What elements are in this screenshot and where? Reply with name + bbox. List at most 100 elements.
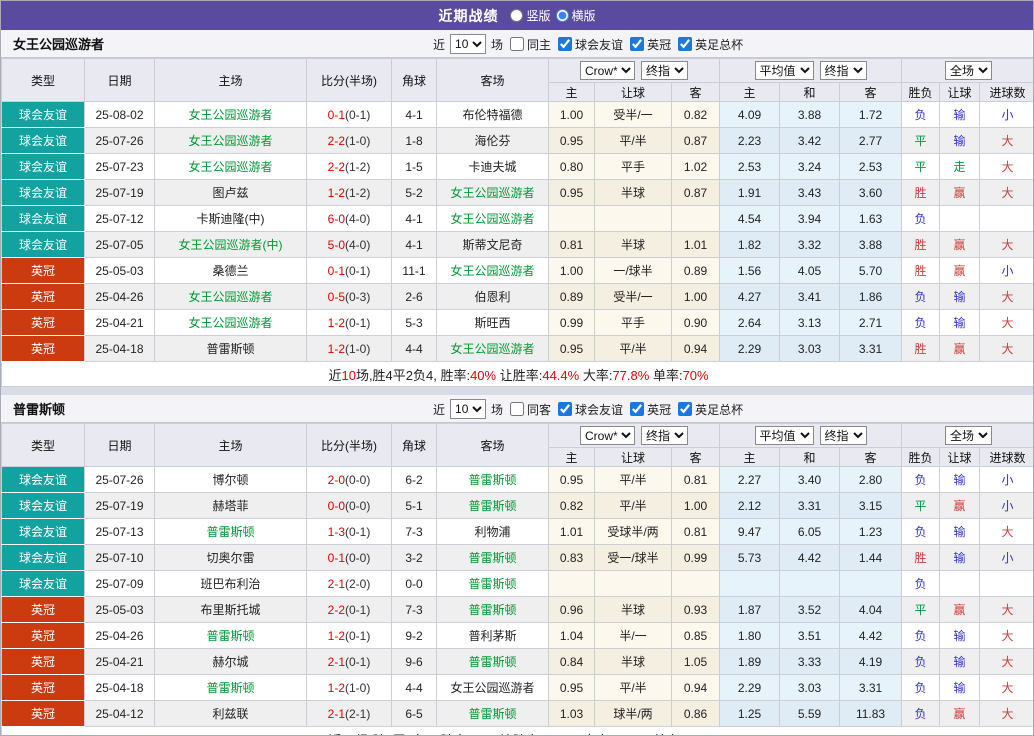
scope-select[interactable]: 全场 bbox=[945, 426, 993, 445]
result-wdl: 负 bbox=[901, 622, 941, 649]
same-venue-checkbox[interactable] bbox=[510, 402, 525, 416]
match-row: 英冠 25-04-18 普雷斯顿 1-2(1-0) 4-4 女王公园巡游者 0.95 平/半 0… bbox=[1, 335, 1033, 362]
same-venue-checkbox[interactable] bbox=[510, 37, 525, 51]
odds-handicap: 平手 bbox=[594, 309, 672, 336]
league-facup-checkbox[interactable] bbox=[678, 37, 693, 51]
col-handicap: 让球 bbox=[594, 447, 672, 467]
odds-away: 1.01 bbox=[671, 231, 720, 258]
away-team: 普雷斯顿 bbox=[436, 700, 549, 727]
filter-bar: 近 10 场 同主 球会友谊 英冠 英足总杯 bbox=[433, 30, 743, 58]
match-date: 25-07-05 bbox=[84, 231, 155, 258]
average-final-select[interactable]: 终指 bbox=[819, 426, 867, 445]
league-badge: 球会友谊 bbox=[1, 153, 85, 180]
scope-select[interactable]: 全场 bbox=[945, 61, 993, 80]
odds-final-select[interactable]: 终指 bbox=[641, 426, 688, 445]
corners: 4-4 bbox=[391, 335, 437, 362]
layout-option-vertical[interactable]: 竖版 bbox=[510, 7, 551, 24]
avg-home: 9.47 bbox=[719, 518, 780, 545]
avg-home: 2.29 bbox=[719, 674, 780, 701]
away-team: 斯旺西 bbox=[436, 309, 549, 336]
away-team: 普雷斯顿 bbox=[436, 596, 549, 623]
result-wdl: 负 bbox=[901, 700, 941, 727]
col-odds-away: 客 bbox=[671, 447, 720, 467]
match-date: 25-07-26 bbox=[84, 466, 155, 493]
league-friendly-checkbox[interactable] bbox=[558, 37, 573, 51]
odds-home: 0.95 bbox=[548, 466, 595, 493]
avg-draw: 3.33 bbox=[779, 648, 840, 675]
league-facup-checkbox[interactable] bbox=[678, 402, 693, 416]
title-bar: 近期战绩 竖版 横版 bbox=[1, 1, 1033, 30]
score: 1-2(0-1) bbox=[306, 309, 392, 336]
odds-handicap bbox=[594, 205, 672, 232]
league-badge: 英冠 bbox=[1, 674, 85, 701]
odds-away: 0.87 bbox=[671, 127, 720, 154]
corners: 1-5 bbox=[391, 153, 437, 180]
vertical-radio[interactable] bbox=[510, 9, 524, 22]
league-championship-label: 英冠 bbox=[647, 37, 672, 52]
odds-source-select[interactable]: Crow* bbox=[580, 426, 635, 445]
league-badge: 英冠 bbox=[1, 648, 85, 675]
horizontal-radio[interactable] bbox=[555, 9, 569, 22]
corners: 4-1 bbox=[391, 231, 437, 258]
score: 2-0(0-0) bbox=[306, 466, 392, 493]
horizontal-radio-label: 横版 bbox=[571, 9, 596, 23]
col-avg-home: 主 bbox=[719, 82, 780, 102]
score: 1-2(1-0) bbox=[306, 335, 392, 362]
result-goals: 小 bbox=[979, 466, 1033, 493]
average-select[interactable]: 平均值 bbox=[754, 426, 814, 445]
recent-count-select[interactable]: 10 bbox=[450, 399, 487, 419]
avg-draw: 3.41 bbox=[779, 283, 840, 310]
score: 1-2(0-1) bbox=[306, 622, 392, 649]
odds-source-select[interactable]: Crow* bbox=[580, 61, 635, 80]
league-friendly-checkbox[interactable] bbox=[558, 402, 573, 416]
col-corner: 角球 bbox=[391, 58, 437, 102]
odds-handicap: 平/半 bbox=[594, 127, 672, 154]
league-championship-checkbox[interactable] bbox=[630, 37, 645, 51]
match-date: 25-04-18 bbox=[84, 335, 155, 362]
league-championship-checkbox[interactable] bbox=[630, 402, 645, 416]
average-final-select[interactable]: 终指 bbox=[819, 61, 867, 80]
col-result-wdl: 胜负 bbox=[901, 82, 941, 102]
result-goals: 大 bbox=[979, 153, 1033, 180]
odds-final-select[interactable]: 终指 bbox=[641, 61, 688, 80]
avg-home: 2.23 bbox=[719, 127, 780, 154]
result-handicap: 输 bbox=[939, 127, 981, 154]
match-date: 25-04-18 bbox=[84, 674, 155, 701]
score: 2-1(2-0) bbox=[306, 570, 392, 597]
avg-home: 1.89 bbox=[719, 648, 780, 675]
same-venue-label: 同主 bbox=[527, 37, 552, 52]
col-corner: 角球 bbox=[391, 423, 437, 467]
odds-home: 0.99 bbox=[548, 309, 595, 336]
average-select[interactable]: 平均值 bbox=[754, 61, 814, 80]
odds-handicap: 平手 bbox=[594, 153, 672, 180]
col-type: 类型 bbox=[1, 58, 85, 102]
league-badge: 球会友谊 bbox=[1, 205, 85, 232]
avg-draw: 3.52 bbox=[779, 596, 840, 623]
result-wdl: 负 bbox=[901, 674, 941, 701]
home-team: 博尔顿 bbox=[154, 466, 307, 493]
odds-away: 0.81 bbox=[671, 466, 720, 493]
corners: 3-2 bbox=[391, 544, 437, 571]
recent-count-select[interactable]: 10 bbox=[450, 34, 487, 54]
layout-option-horizontal[interactable]: 横版 bbox=[555, 7, 596, 24]
odds-home: 0.89 bbox=[548, 283, 595, 310]
avg-away: 4.42 bbox=[838, 622, 903, 649]
result-handicap: 输 bbox=[939, 622, 981, 649]
home-team: 女王公园巡游者(中) bbox=[154, 231, 307, 258]
league-badge: 英冠 bbox=[1, 700, 85, 727]
away-team: 女王公园巡游者 bbox=[436, 257, 549, 284]
layout-radio-group: 竖版 横版 bbox=[510, 7, 596, 24]
avg-draw: 5.59 bbox=[779, 700, 840, 727]
match-date: 25-04-26 bbox=[84, 283, 155, 310]
result-goals: 大 bbox=[979, 674, 1033, 701]
away-team: 普雷斯顿 bbox=[436, 492, 549, 519]
home-team: 卡斯迪隆(中) bbox=[154, 205, 307, 232]
result-goals: 小 bbox=[979, 492, 1033, 519]
home-team: 赫尔城 bbox=[154, 648, 307, 675]
result-goals: 大 bbox=[979, 518, 1033, 545]
match-row: 球会友谊 25-07-19 赫塔菲 0-0(0-0) 5-1 普雷斯顿 0.82 平/半 1.0… bbox=[1, 492, 1033, 519]
section-header-away-team: 普雷斯顿 近 10 场 同客 球会友谊 英冠 英足总杯 bbox=[1, 395, 1033, 423]
away-team: 利物浦 bbox=[436, 518, 549, 545]
avg-draw bbox=[779, 570, 840, 597]
odds-home: 1.01 bbox=[548, 518, 595, 545]
